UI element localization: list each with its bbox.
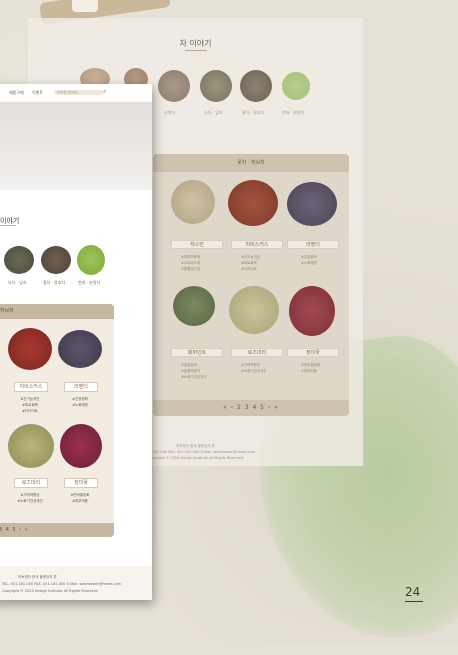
rosemary-image bbox=[8, 424, 54, 468]
front-item-name: 히비스커스 bbox=[14, 382, 48, 392]
tea-image bbox=[200, 70, 232, 102]
front-tea-label: 현대 · 분말차 bbox=[78, 280, 101, 285]
front-footer: 허브앤차 한국 블렌딩의 류 TEL. 051-181-000 FAX. 051… bbox=[0, 566, 152, 600]
back-title-underline bbox=[185, 50, 207, 51]
back-item-tags: #간기능개선 #피로회복 #다이어트 bbox=[241, 254, 260, 272]
tag: #노화예방 bbox=[72, 403, 88, 407]
nav-item[interactable]: 이벤트 bbox=[32, 90, 43, 96]
front-item-tags: #간기능개선 #피로회복 #다이어트 bbox=[10, 396, 50, 414]
front-panel-header: 허브차 bbox=[0, 304, 114, 319]
tag: #소화기건강개선 bbox=[181, 375, 207, 379]
back-tea-label: 홍차 · 말효차 bbox=[242, 110, 265, 115]
front-title-underline bbox=[0, 225, 16, 226]
back-tea-label: 녹차 · 잎차 bbox=[204, 110, 223, 115]
tag: #다이어트 bbox=[22, 409, 38, 413]
front-pager[interactable]: 3 4 5 › » bbox=[0, 523, 114, 537]
tag: #소화기건강개선 bbox=[17, 499, 43, 503]
tea-image bbox=[171, 180, 215, 224]
tea-image bbox=[289, 286, 335, 336]
front-item-tags: #긴장완화 #노화예방 bbox=[60, 396, 100, 408]
back-item-tags: #긴장완화 #노화예방 bbox=[301, 254, 317, 266]
tea-image bbox=[287, 182, 337, 226]
back-item-tags: #기억력향상 #소화기건강개선 bbox=[241, 362, 266, 374]
tag: #노화예방 bbox=[301, 261, 317, 265]
back-item-name: 라벤더 bbox=[287, 240, 339, 249]
search-input[interactable]: 검색어를 입력하세요 bbox=[54, 90, 103, 95]
tea-image bbox=[240, 70, 272, 102]
front-item-name: 장미꽃 bbox=[64, 478, 98, 488]
tag: #다이어트 bbox=[241, 267, 257, 271]
back-item-name: 재스민 bbox=[171, 240, 223, 249]
tea-image bbox=[173, 286, 215, 326]
back-herb-panel: 꽃차 · 허브차 재스민 히비스커스 라벤더 #피부미용에 #스트레스에 #항혈관건… bbox=[153, 154, 349, 416]
back-item-name: 로즈마리 bbox=[231, 348, 283, 357]
tag: #소화기건강개선 bbox=[241, 369, 267, 373]
tag: #피부미용 bbox=[72, 499, 88, 503]
page-number: 24 bbox=[405, 585, 421, 599]
lavender-image bbox=[58, 330, 102, 368]
front-tea-label: 녹차 · 잎차 bbox=[8, 280, 27, 285]
hibiscus-image bbox=[8, 328, 52, 370]
back-pager[interactable]: « ‹ 2 3 4 5 › » bbox=[153, 400, 349, 416]
page-number-underline bbox=[405, 601, 423, 602]
front-item-tags: #변비통완화 #피부미용 bbox=[60, 492, 100, 504]
tea-image bbox=[77, 245, 105, 275]
footer-line: 허브앤차 한국 블렌딩의 류 bbox=[18, 575, 57, 579]
front-tea-label: 홍차 · 말효차 bbox=[43, 280, 66, 285]
tag: #피부미용 bbox=[301, 369, 317, 373]
front-topbar: 제품구매 이벤트 검색어를 입력하세요 ⌕ bbox=[0, 84, 152, 102]
back-item-tags: #호흡완화 #집중력증가 #소화기건강개선 bbox=[181, 362, 206, 380]
back-item-tags: #피부미용에 #스트레스에 #항혈관건강 bbox=[181, 254, 200, 272]
back-tea-label: 현대 · 분말차 bbox=[282, 110, 305, 115]
rose-image bbox=[60, 424, 102, 468]
back-item-tags: #변비통완화 #피부미용 bbox=[301, 362, 320, 374]
front-item-tags: #기억력향상 #소화기건강개선 bbox=[10, 492, 50, 504]
nav-item[interactable]: 제품구매 bbox=[9, 90, 24, 96]
back-item-name: 히비스커스 bbox=[231, 240, 283, 249]
hero-banner bbox=[0, 102, 152, 190]
back-item-name: 페퍼민트 bbox=[171, 348, 223, 357]
front-item-name: 로즈마리 bbox=[14, 478, 48, 488]
tea-image bbox=[282, 72, 310, 100]
back-item-name: 장미꽃 bbox=[287, 348, 339, 357]
back-tea-label: 러벤더 bbox=[164, 110, 176, 115]
back-section-title: 차 이야기 bbox=[179, 39, 212, 48]
footer-line: TEL. 051-181-000 FAX. 051-181-000 E-Mail… bbox=[2, 582, 121, 586]
front-herb-panel: 허브차 히비스커스 라벤더 #간기능개선 #피로회복 #다이어트 #긴장완화 #노화예… bbox=[0, 304, 114, 537]
footer-line: Copyright © 2024 Design Institute All Ri… bbox=[2, 589, 98, 593]
tea-image bbox=[41, 246, 71, 274]
tea-image bbox=[228, 180, 278, 226]
front-page-mockup: 제품구매 이벤트 검색어를 입력하세요 ⌕ 이야기 녹차 · 잎차 홍차 · 말… bbox=[0, 84, 152, 600]
stick-tip bbox=[72, 0, 98, 12]
tea-image bbox=[4, 246, 34, 274]
search-icon[interactable]: ⌕ bbox=[103, 88, 106, 96]
front-item-name: 라벤더 bbox=[64, 382, 98, 392]
tea-image bbox=[229, 286, 279, 334]
tea-image bbox=[158, 70, 190, 102]
back-panel-header: 꽃차 · 허브차 bbox=[153, 154, 349, 172]
tag: #항혈관건강 bbox=[181, 267, 201, 271]
